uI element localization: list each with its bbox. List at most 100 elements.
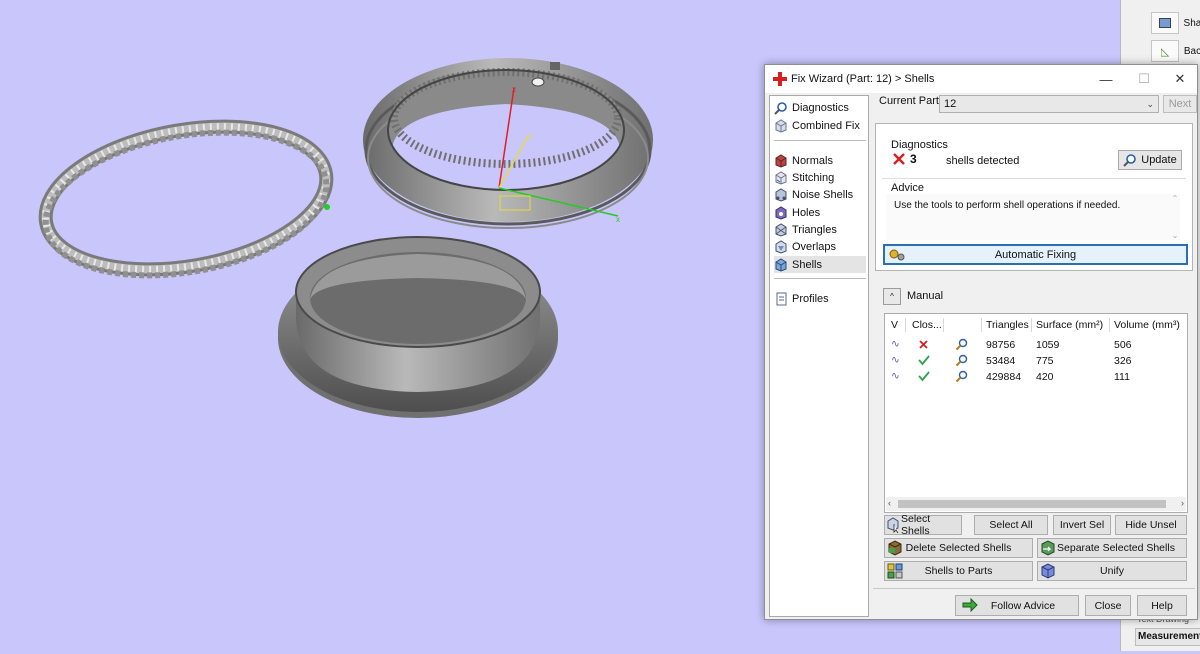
shells-table[interactable]: V Clos... Triangles Surface (mm²) Volume… — [884, 313, 1188, 513]
svg-text:x: x — [616, 215, 620, 224]
column-header-triangles[interactable]: Triangles — [986, 319, 1029, 331]
document-icon — [776, 292, 787, 305]
cell-surface: 775 — [1036, 355, 1054, 367]
cell-surface: 420 — [1036, 371, 1054, 383]
unify-cube-icon — [1041, 563, 1055, 579]
noise-shells-icon — [775, 187, 787, 202]
select-shells-button[interactable]: Select Shells — [884, 513, 962, 537]
magnifier-icon — [774, 101, 787, 115]
cell-triangles: 429884 — [986, 371, 1022, 383]
help-button[interactable]: Help — [1137, 595, 1187, 616]
nav-item-noise-shells[interactable]: Noise Shells — [774, 186, 866, 203]
nav-item-overlaps[interactable]: Overlaps — [774, 238, 866, 255]
collapse-manual-button[interactable]: ^ — [883, 287, 901, 305]
current-part-label: Current Part: — [879, 95, 942, 107]
separate-selected-shells-button[interactable]: Separate Selected Shells — [1037, 538, 1187, 558]
nav-divider — [774, 278, 866, 279]
nav-item-profiles[interactable]: Profiles — [774, 290, 866, 307]
shell-count: 3 — [892, 152, 917, 166]
stitching-cube-icon — [775, 170, 787, 185]
advice-text: Use the tools to perform shell operation… — [894, 200, 1121, 211]
side-tool-back-label: Bac — [1183, 45, 1200, 57]
channel-ring-model[interactable] — [363, 58, 653, 229]
column-separator — [1031, 318, 1032, 332]
measurement-header: Measurement — [1135, 628, 1200, 646]
nav-item-stitching[interactable]: Stitching — [774, 169, 866, 186]
unify-button[interactable]: Unify — [1037, 561, 1187, 581]
visibility-wave-icon[interactable]: ∿ — [891, 354, 900, 366]
fix-wizard-nav: Diagnostics Combined Fix Normals Stitchi… — [769, 95, 869, 617]
next-button[interactable]: Next — [1163, 95, 1197, 113]
column-header-volume[interactable]: Volume (mm³) — [1114, 319, 1180, 331]
delete-selected-shells-button[interactable]: Delete Selected Shells — [884, 538, 1033, 558]
automatic-fixing-label: Automatic Fixing — [994, 248, 1077, 261]
follow-advice-button[interactable]: Follow Advice — [955, 595, 1079, 616]
beaded-ring-model[interactable] — [34, 106, 337, 295]
scroll-left-icon[interactable]: ‹ — [888, 498, 891, 508]
current-part-select[interactable]: 12 ⌄ — [939, 95, 1159, 113]
maximize-button[interactable]: ☐ — [1125, 65, 1163, 93]
minimize-button[interactable]: — — [1087, 65, 1125, 93]
chevron-down-icon: ⌄ — [1146, 99, 1154, 109]
close-window-button[interactable]: ✕ — [1161, 65, 1199, 93]
column-header-closed[interactable]: Clos... — [912, 319, 942, 331]
nav-item-diagnostics[interactable]: Diagnostics — [774, 99, 866, 116]
table-row[interactable]: ∿ 98756 1059 506 — [885, 336, 1185, 352]
side-tool-shape[interactable]: Sha — [1151, 12, 1200, 34]
invert-selection-button[interactable]: Invert Sel — [1053, 515, 1111, 535]
zoom-to-shell-icon[interactable] — [955, 353, 969, 367]
close-button[interactable]: Close — [1085, 595, 1131, 616]
hide-unselected-button[interactable]: Hide Unsel — [1115, 515, 1187, 535]
advice-text-area: Use the tools to perform shell operation… — [886, 194, 1180, 240]
cell-volume: 326 — [1114, 355, 1132, 367]
nav-item-shells[interactable]: Shells — [774, 256, 866, 273]
zoom-to-shell-icon[interactable] — [955, 369, 969, 383]
scrollbar-thumb[interactable] — [898, 500, 1166, 508]
select-all-button[interactable]: Select All — [974, 515, 1048, 535]
automatic-fixing-button[interactable]: Automatic Fixing — [883, 244, 1188, 265]
check-icon — [918, 371, 930, 382]
shells-to-parts-button[interactable]: Shells to Parts — [884, 561, 1033, 581]
nav-item-label: Shells — [792, 258, 822, 271]
side-tool-back[interactable]: ◺ Bac — [1151, 40, 1200, 62]
visibility-wave-icon[interactable]: ∿ — [891, 370, 900, 382]
zoom-to-shell-icon[interactable] — [955, 337, 969, 351]
flanged-ring-model[interactable] — [278, 236, 558, 418]
cell-triangles: 98756 — [986, 339, 1016, 351]
dialog-title: Fix Wizard (Part: 12) > Shells — [791, 73, 935, 85]
nav-item-label: Noise Shells — [792, 188, 854, 201]
column-separator — [1109, 318, 1110, 332]
table-row[interactable]: ∿ 429884 420 111 — [885, 368, 1185, 384]
update-button[interactable]: Update — [1118, 150, 1182, 170]
nav-item-normals[interactable]: Normals — [774, 152, 866, 169]
select-shells-label: Select Shells — [901, 513, 931, 537]
delete-selected-shells-label: Delete Selected Shells — [905, 542, 1012, 554]
delete-shell-icon — [888, 540, 902, 556]
footer-divider — [873, 588, 1195, 589]
column-header-visible[interactable]: V — [891, 319, 898, 331]
chevron-up-icon: ^ — [890, 291, 894, 301]
svg-text:z: z — [512, 85, 516, 94]
advice-label: Advice — [891, 182, 925, 194]
error-x-icon — [919, 340, 928, 349]
table-row[interactable]: ∿ 53484 775 326 — [885, 352, 1185, 368]
column-header-surface[interactable]: Surface (mm²) — [1036, 319, 1103, 331]
nav-item-holes[interactable]: Holes — [774, 204, 866, 221]
cell-triangles: 53484 — [986, 355, 1016, 367]
nav-item-combined-fix[interactable]: Combined Fix — [774, 117, 866, 134]
current-part-value: 12 — [944, 98, 957, 110]
scroll-right-icon[interactable]: › — [1181, 498, 1184, 508]
holes-cube-icon — [775, 205, 787, 220]
nav-item-triangles[interactable]: Triangles — [774, 221, 866, 238]
cell-surface: 1059 — [1036, 339, 1060, 351]
fix-wizard-dialog: Fix Wizard (Part: 12) > Shells — ☐ ✕ Dia… — [764, 64, 1198, 620]
visibility-wave-icon[interactable]: ∿ — [891, 338, 900, 350]
magnifier-icon — [1123, 154, 1137, 167]
dialog-titlebar[interactable]: Fix Wizard (Part: 12) > Shells — ☐ ✕ — [765, 65, 1197, 93]
svg-text:y: y — [529, 131, 533, 140]
column-separator — [943, 318, 944, 332]
advice-scrollbar[interactable]: ⌃ ⌄ — [1170, 194, 1180, 240]
check-icon — [918, 355, 930, 366]
table-horizontal-scrollbar[interactable]: ‹ › — [886, 497, 1186, 511]
follow-advice-label: Follow Advice — [990, 599, 1056, 612]
